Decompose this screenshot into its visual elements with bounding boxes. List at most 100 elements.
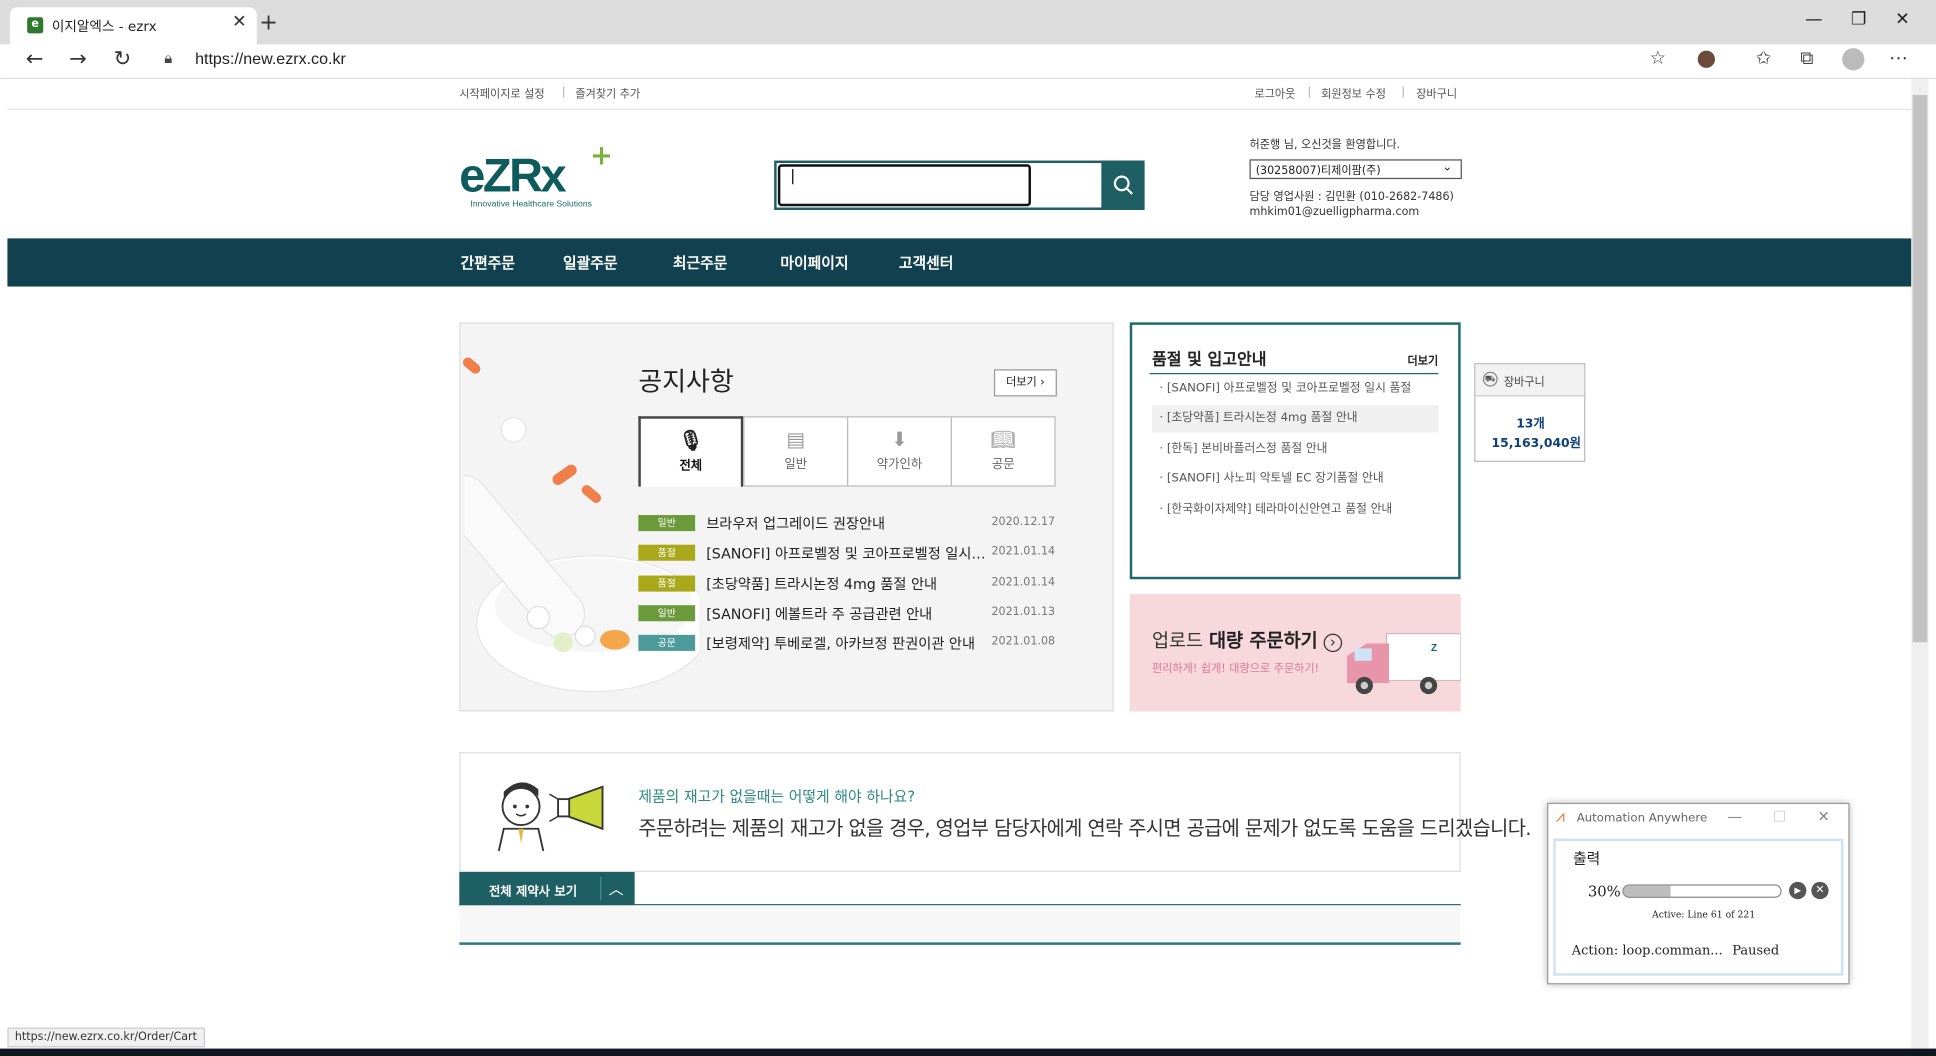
notice-more-button[interactable]: 더보기 ›: [993, 369, 1057, 397]
add-favorite-link[interactable]: 즐겨찾기 추가: [575, 85, 640, 101]
banner-title[interactable]: 업로드 대량 주문하기 ›: [1152, 627, 1343, 653]
notice-row[interactable]: 공문 [보령제약] 투베로겔, 아카브정 판권이관 안내 2021.01.08: [638, 634, 1056, 654]
new-tab-button[interactable]: +: [259, 10, 278, 36]
notice-title-link[interactable]: [SANOFI] 아프로벨정 및 코아프로벨정 일시 품절: [706, 544, 988, 564]
nav-recent-order[interactable]: 최근주문: [673, 252, 728, 273]
notice-date: 2021.01.14: [991, 546, 1056, 559]
notice-date: 2020.12.17: [991, 516, 1056, 529]
restore-icon[interactable]: ❐: [1851, 10, 1867, 30]
notice-category-badge: 공문: [638, 635, 696, 652]
back-arrow-icon[interactable]: ←: [26, 47, 44, 72]
scrollbar-thumb[interactable]: [1912, 95, 1928, 643]
address-url[interactable]: https://new.ezrx.co.kr: [195, 49, 346, 68]
notice-title: 공지사항: [638, 366, 734, 397]
svg-text:Z: Z: [1431, 643, 1437, 654]
automation-anywhere-logo-icon: ⩘: [1555, 807, 1565, 827]
notice-category-badge: 품절: [638, 545, 696, 562]
sales-rep-info: 담당 영업사원 : 김민환 (010-2682-7486) mhkim01@zu…: [1250, 190, 1454, 220]
favorites-icon[interactable]: ✩: [1756, 47, 1772, 69]
help-question: 제품의 재고가 없을때는 어떻게 해야 하나요?: [638, 787, 916, 806]
cart-total-amount[interactable]: 15,163,040원: [1492, 432, 1581, 451]
welcome-message: 허준행 님, 오신것을 환영합니다.: [1249, 139, 1401, 152]
all-companies-label[interactable]: 전체 제약사 보기: [489, 881, 577, 900]
refresh-icon[interactable]: ↻: [114, 47, 132, 72]
nav-bulk-order[interactable]: 일괄주문: [563, 252, 618, 273]
divider: [600, 876, 602, 901]
notice-row[interactable]: 일반 [SANOFI] 에볼트라 주 공급관련 안내 2021.01.13: [638, 604, 1055, 624]
notice-title-link[interactable]: [초당약품] 트라시논정 4mg 품절 안내: [706, 574, 988, 594]
stock-notice-item[interactable]: · [SANOFI] 아프로벨정 및 코아프로벨정 일시 품절: [1152, 375, 1438, 402]
tab-all[interactable]: 🎙︎ 전체: [638, 416, 744, 487]
microphone-icon: 🎙︎: [678, 428, 704, 453]
favorite-star-icon[interactable]: ☆: [1650, 47, 1667, 69]
automation-active-line: Active: Line 61 of 221: [1652, 909, 1756, 921]
tab-general[interactable]: ▤ 일반: [743, 416, 849, 487]
help-answer: 주문하려는 제품의 재고가 없을 경우, 영업부 담당자에게 연락 주시면 공급…: [638, 816, 1531, 840]
calendar-icon: ▤: [786, 427, 806, 451]
notice-category-badge: 일반: [638, 515, 696, 532]
play-icon[interactable]: ▶: [1789, 881, 1807, 900]
profile-avatar[interactable]: [1842, 48, 1865, 71]
stock-notice-item[interactable]: · [초당약품] 트라시논정 4mg 품절 안내: [1151, 405, 1439, 433]
edit-profile-link[interactable]: 회원정보 수정: [1321, 85, 1386, 101]
stock-more-link[interactable]: 더보기: [1408, 352, 1439, 368]
chevron-up-icon[interactable]: ︿: [609, 878, 624, 899]
chevron-down-icon[interactable]: ⌄: [1442, 161, 1452, 175]
more-menu-icon[interactable]: ⋯: [1889, 47, 1908, 69]
lock-icon[interactable]: 🔒︎: [164, 49, 172, 68]
site-favicon: e: [27, 17, 44, 34]
minimize-icon[interactable]: —: [1805, 10, 1822, 30]
address-bar[interactable]: [150, 46, 1682, 75]
logout-link[interactable]: 로그아웃: [1254, 85, 1295, 101]
stock-notice-item[interactable]: · [SANOFI] 사노피 악토넬 EC 장기품절 안내: [1152, 466, 1438, 493]
sales-rep-name: 담당 영업사원 : 김민환 (010-2682-7486): [1249, 191, 1454, 204]
extension-icon[interactable]: [1697, 50, 1715, 68]
automation-progress-bar: [1622, 884, 1782, 898]
megaphone-mascot-illustration: [497, 782, 604, 852]
nav-mypage[interactable]: 마이페이지: [780, 252, 848, 273]
notice-category-badge: 일반: [638, 605, 696, 622]
forward-arrow-icon[interactable]: →: [69, 47, 87, 72]
stock-notice-item[interactable]: · [한독] 본비바플러스정 품절 안내: [1152, 436, 1438, 463]
window-close-icon[interactable]: ✕: [1895, 10, 1909, 30]
account-select[interactable]: (30258007)티제이팜(주): [1249, 159, 1462, 180]
tab-price-cut[interactable]: ⬇︎ 약가인하: [847, 416, 952, 487]
notice-title-link[interactable]: [보령제약] 투베로겔, 아카브정 판권이관 안내: [706, 634, 988, 654]
notice-title-link[interactable]: [SANOFI] 에볼트라 주 공급관련 안내: [706, 604, 988, 624]
nav-quick-order[interactable]: 간편주문: [461, 252, 516, 273]
stock-notice-item[interactable]: · [한국화이자제약] 테라마이신안연고 품절 안내: [1152, 496, 1438, 523]
logo-plus-icon: +: [590, 140, 613, 172]
maximize-icon: ☐: [1773, 807, 1787, 826]
arrow-down-circle-icon: ⬇︎: [891, 427, 908, 451]
cart-link[interactable]: 장바구니: [1416, 85, 1457, 101]
tab-official[interactable]: 📖︎ 공문: [950, 416, 1056, 487]
notice-row[interactable]: 일반 브라우저 업그레이드 권장안내 2020.12.17: [638, 514, 1056, 534]
automation-window-title: Automation Anywhere: [1576, 811, 1708, 826]
collections-icon[interactable]: ⧉: [1800, 47, 1813, 69]
notice-title-link[interactable]: 브라우저 업그레이드 권장안내: [706, 514, 988, 534]
cart-widget-title: 장바구니: [1503, 376, 1545, 390]
nav-customer-center[interactable]: 고객센터: [899, 252, 954, 273]
status-url: https://new.ezrx.co.kr/Order/Cart: [7, 1027, 205, 1048]
notice-row[interactable]: 품절 [SANOFI] 아프로벨정 및 코아프로벨정 일시 품절 2021.01.1…: [638, 544, 1056, 564]
notice-row[interactable]: 품절 [초당약품] 트라시논정 4mg 품절 안내 2021.01.14: [638, 574, 1055, 594]
book-icon: 📖︎: [990, 427, 1016, 451]
search-input[interactable]: |: [777, 164, 1031, 207]
close-icon[interactable]: ✕: [1817, 808, 1829, 825]
close-tab-icon[interactable]: ✕: [232, 12, 246, 32]
notice-date: 2021.01.08: [991, 636, 1056, 649]
main-navigation: [7, 238, 1912, 287]
search-button[interactable]: [1101, 160, 1145, 210]
set-homepage-link[interactable]: 시작페이지로 설정: [459, 85, 544, 101]
ezrx-logo[interactable]: eZRx: [459, 151, 566, 204]
automation-progress-percent: 30%: [1587, 883, 1621, 901]
minimize-icon[interactable]: —: [1727, 808, 1742, 825]
divider: [1402, 86, 1404, 98]
cart-icon: ⛟: [1482, 371, 1498, 387]
truck-illustration: Z: [1347, 632, 1461, 695]
sales-rep-email: mhkim01@zuelligpharma.com: [1249, 206, 1420, 219]
cart-item-count[interactable]: 13개: [1516, 413, 1545, 431]
notice-category-badge: 품절: [638, 575, 696, 592]
stop-icon[interactable]: ✕: [1811, 881, 1829, 900]
browser-tab[interactable]: e 이지알엑스 - ezrx ✕: [9, 7, 257, 45]
